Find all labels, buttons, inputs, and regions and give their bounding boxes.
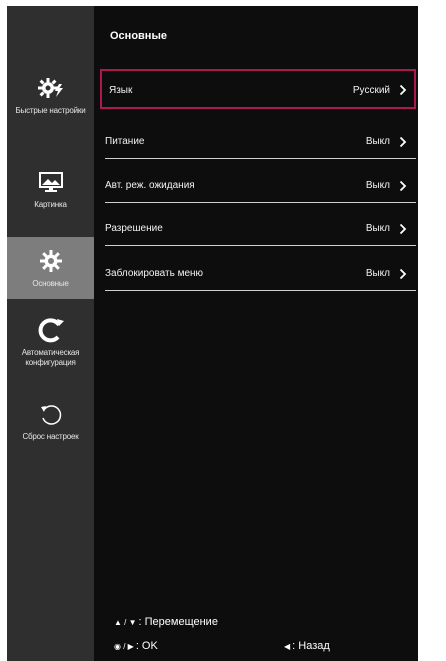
row-value: Выкл bbox=[365, 223, 390, 234]
row-label: Авт. реж. ожидания bbox=[105, 180, 195, 191]
menu-row-resolution[interactable]: Разрешение Выкл bbox=[105, 209, 416, 246]
gear-icon bbox=[39, 247, 63, 275]
sidebar-item-label: Основные bbox=[32, 279, 69, 288]
hint-ok-label: : OK bbox=[135, 640, 158, 652]
hint-navigate-label: : Перемещение bbox=[138, 616, 218, 628]
sidebar-item-label: Картинка bbox=[34, 200, 67, 209]
reset-icon bbox=[38, 400, 64, 428]
chevron-right-icon bbox=[399, 83, 407, 101]
menu-row-power[interactable]: Питание Выкл bbox=[105, 122, 416, 159]
sidebar-item-reset[interactable]: Сброс настроек bbox=[7, 400, 94, 470]
up-down-arrows-icon: ▲ / ▼ bbox=[114, 617, 137, 627]
sidebar-item-auto-config[interactable]: Автоматическая конфигурация bbox=[7, 316, 94, 386]
row-value: Выкл bbox=[365, 136, 390, 147]
row-value: Выкл bbox=[365, 180, 390, 191]
main-panel: Основные Язык Русский Питание Выкл Авт. … bbox=[94, 6, 418, 661]
monitor-picture-icon bbox=[38, 168, 64, 196]
page-title: Основные bbox=[110, 30, 167, 42]
chevron-right-icon bbox=[399, 222, 407, 240]
row-divider bbox=[105, 202, 416, 203]
row-divider bbox=[105, 245, 416, 246]
auto-config-icon bbox=[37, 316, 65, 344]
row-label: Язык bbox=[109, 85, 133, 96]
menu-row-auto-standby[interactable]: Авт. реж. ожидания Выкл bbox=[105, 166, 416, 203]
row-label: Питание bbox=[105, 136, 145, 147]
gear-bolt-icon bbox=[37, 74, 65, 102]
hint-navigate: ▲ / ▼ : Перемещение bbox=[114, 616, 218, 628]
row-value: Русский bbox=[352, 85, 390, 96]
sidebar-item-quick-settings[interactable]: Быстрые настройки bbox=[7, 74, 94, 134]
sidebar-item-picture[interactable]: Картинка bbox=[7, 168, 94, 228]
sidebar-item-label: Сброс настроек bbox=[22, 432, 79, 441]
row-value: Выкл bbox=[365, 268, 390, 279]
left-arrow-icon: ◀ bbox=[284, 641, 291, 651]
hint-ok: ◉ / ▶ : OK bbox=[114, 640, 158, 652]
menu-row-language[interactable]: Язык Русский bbox=[100, 69, 416, 109]
hint-back-label: : Назад bbox=[292, 640, 330, 652]
monitor-osd-menu: Быстрые настройки Картинка Основные Авто… bbox=[7, 6, 418, 661]
ok-button-icon: ◉ / ▶ bbox=[114, 641, 134, 651]
chevron-right-icon bbox=[399, 179, 407, 197]
sidebar-item-label: Быстрые настройки bbox=[15, 106, 86, 115]
hint-back: ◀ : Назад bbox=[284, 640, 330, 652]
chevron-right-icon bbox=[399, 267, 407, 285]
sidebar-item-general[interactable]: Основные bbox=[7, 237, 94, 299]
sidebar: Быстрые настройки Картинка Основные Авто… bbox=[7, 6, 94, 661]
row-divider bbox=[105, 290, 416, 291]
chevron-right-icon bbox=[399, 135, 407, 153]
menu-row-menu-lock[interactable]: Заблокировать меню Выкл bbox=[105, 254, 416, 291]
sidebar-item-label: Автоматическая конфигурация bbox=[21, 348, 80, 367]
row-label: Заблокировать меню bbox=[105, 268, 204, 279]
row-label: Разрешение bbox=[105, 223, 163, 234]
row-divider bbox=[105, 158, 416, 159]
